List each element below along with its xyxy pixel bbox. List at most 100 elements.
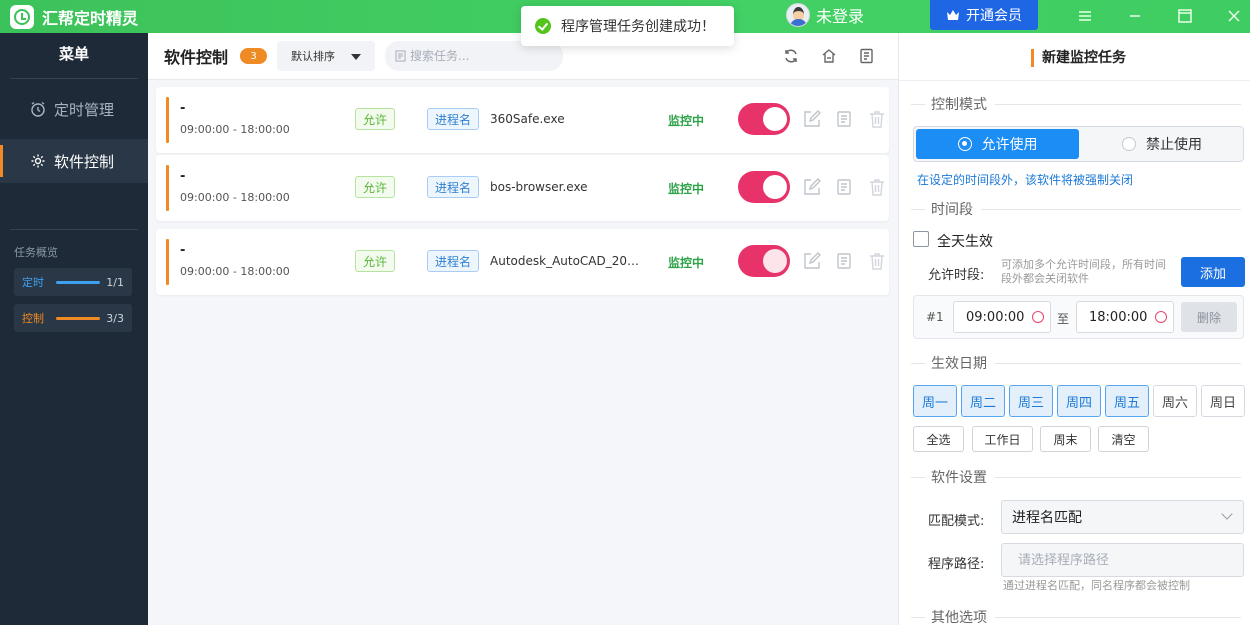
check-circle-icon [535,18,551,34]
app-title: 汇帮定时精灵 [42,8,139,28]
allow-period-label: 允许时段: [928,268,985,283]
gear-icon [31,154,45,168]
day-tuesday[interactable]: 周二 [961,385,1005,417]
weekend-button[interactable]: 周末 [1040,426,1091,452]
sort-label[interactable]: 默认排序 [291,48,335,64]
close-icon[interactable] [1224,6,1244,26]
list-icon[interactable] [859,48,875,64]
type-tag: 进程名 [427,176,479,198]
clean-icon[interactable] [821,48,837,64]
document-icon [395,50,406,62]
start-time-value[interactable]: 09:00:00 [966,310,1024,325]
overview-timer: 定时 1/1 [14,268,132,296]
process-name: Autodesk_AutoCAD_2027_... [490,254,644,268]
all-day-label[interactable]: 全天生效 [937,231,993,251]
section-other: 其他选项 [911,607,1241,627]
match-mode-select[interactable]: 进程名匹配 [1001,500,1244,534]
enable-toggle[interactable] [738,171,790,203]
menu-icon[interactable] [1075,6,1095,26]
status-label: 监控中 [668,182,705,196]
section-label: 软件设置 [931,470,987,486]
task-name: - [180,101,186,116]
end-time-field[interactable]: 18:00:00 [1076,301,1174,333]
copy-icon[interactable] [835,109,855,129]
main-content: 软件控制 3 默认排序 - 09:00:00 - 18:00:00 允许 进程名… [148,33,898,625]
alarm-clock-icon [1032,311,1044,323]
delete-icon[interactable] [867,109,887,129]
copy-icon[interactable] [835,177,855,197]
sidebar: 菜单 定时管理 软件控制 任务概览 定时 1/1 控制 3/3 [0,33,148,625]
edit-icon[interactable] [802,251,822,271]
copy-icon[interactable] [835,251,855,271]
card-stripe [166,97,169,143]
start-time-field[interactable]: 09:00:00 [953,301,1051,333]
overview-label: 控制 [22,312,44,325]
day-thursday[interactable]: 周四 [1057,385,1101,417]
search-input[interactable] [410,49,551,63]
enable-toggle[interactable] [738,103,790,135]
refresh-icon[interactable] [783,48,799,64]
edit-icon[interactable] [802,109,822,129]
task-time: 09:00:00 - 18:00:00 [180,265,290,278]
user-login[interactable]: 未登录 [786,3,864,27]
program-path-input[interactable] [1018,552,1228,568]
process-name: bos-browser.exe [490,180,588,194]
mode-forbid-option[interactable]: 禁止使用 [1081,129,1243,159]
select-all-button[interactable]: 全选 [913,426,964,452]
alarm-clock-icon [1155,311,1167,323]
enable-toggle[interactable] [738,245,790,277]
day-wednesday[interactable]: 周三 [1009,385,1053,417]
avatar[interactable] [786,3,810,27]
edit-icon[interactable] [802,177,822,197]
add-period-button[interactable]: 添加 [1181,257,1245,287]
type-tag: 进程名 [427,250,479,272]
mode-tag: 允许 [355,250,395,272]
day-monday[interactable]: 周一 [913,385,957,417]
task-card[interactable]: - 09:00:00 - 18:00:00 允许 进程名 360Safe.exe… [156,87,889,153]
time-slot: #1 09:00:00 至 18:00:00 删除 [913,295,1244,339]
overview-label: 定时 [22,276,44,289]
menu-title: 菜单 [10,33,138,79]
alarm-clock-icon [31,101,45,117]
section-label: 其他选项 [931,610,987,626]
task-card[interactable]: - 09:00:00 - 18:00:00 允许 进程名 bos-browser… [156,155,889,221]
mode-hint: 在设定的时间段外，该软件将被强制关闭 [917,173,1134,187]
day-saturday[interactable]: 周六 [1153,385,1197,417]
sidebar-item-timer[interactable]: 定时管理 [0,87,148,131]
clear-button[interactable]: 清空 [1098,426,1149,452]
delete-slot-button[interactable]: 删除 [1181,302,1237,332]
maximize-icon[interactable] [1175,6,1195,26]
count-badge: 3 [240,48,268,64]
task-card[interactable]: - 09:00:00 - 18:00:00 允许 进程名 Autodesk_Au… [156,229,889,295]
mode-allow-label[interactable]: 允许使用 [982,134,1038,154]
mode-forbid-label[interactable]: 禁止使用 [1146,134,1202,154]
toast-message: 程序管理任务创建成功！ [561,19,715,35]
day-sunday[interactable]: 周日 [1201,385,1245,417]
sidebar-item-software-control[interactable]: 软件控制 [0,139,148,183]
delete-icon[interactable] [867,251,887,271]
vip-button[interactable]: 开通会员 [930,0,1038,30]
mode-allow-option[interactable]: 允许使用 [916,129,1079,159]
vip-label[interactable]: 开通会员 [966,5,1022,25]
mode-selector: 允许使用 禁止使用 [913,126,1244,162]
minimize-icon[interactable] [1125,6,1145,26]
delete-icon[interactable] [867,177,887,197]
end-time-value[interactable]: 18:00:00 [1089,310,1147,325]
all-day-checkbox[interactable] [913,231,929,247]
toggle-knob [763,107,787,131]
program-path-label: 程序路径: [928,557,985,572]
overview-control: 控制 3/3 [14,304,132,332]
type-tag: 进程名 [427,108,479,130]
sidebar-item-label: 定时管理 [54,100,115,119]
section-label: 控制模式 [931,97,987,113]
card-stripe [166,165,169,211]
user-label[interactable]: 未登录 [816,3,864,27]
overview-title: 任务概览 [14,246,58,259]
task-time: 09:00:00 - 18:00:00 [180,123,290,136]
workdays-button[interactable]: 工作日 [972,426,1033,452]
match-mode-value[interactable]: 进程名匹配 [1012,507,1082,527]
sort-select[interactable]: 默认排序 [277,41,376,71]
day-friday[interactable]: 周五 [1105,385,1149,417]
overview-count: 3/3 [106,311,124,325]
program-path-field[interactable] [1001,543,1244,577]
